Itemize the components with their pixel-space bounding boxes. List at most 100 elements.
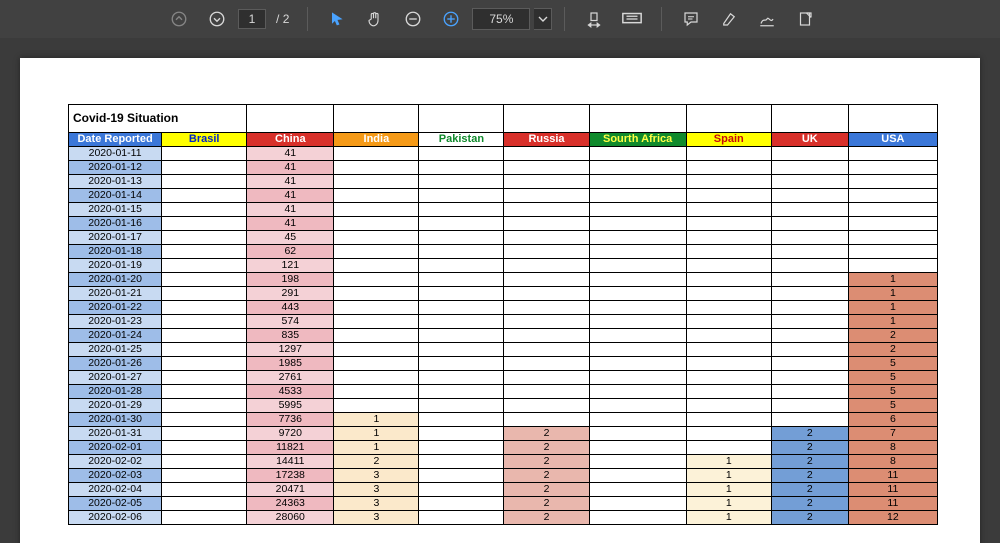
- cell-sa: [589, 287, 686, 301]
- cell-date: 2020-01-23: [69, 315, 162, 329]
- cell-usa: 6: [848, 413, 937, 427]
- cell-sa: [589, 329, 686, 343]
- cell-spain: [686, 385, 771, 399]
- sign-icon[interactable]: [750, 4, 784, 34]
- cell-usa: [848, 147, 937, 161]
- cell-usa: 2: [848, 343, 937, 357]
- pointer-tool-icon[interactable]: [320, 4, 354, 34]
- cell-spain: [686, 245, 771, 259]
- cell-date: 2020-01-12: [69, 161, 162, 175]
- hand-tool-icon[interactable]: [358, 4, 392, 34]
- table-row: 2020-02-0420471321211: [69, 483, 938, 497]
- table-row: 2020-02-01118211228: [69, 441, 938, 455]
- cell-spain: [686, 301, 771, 315]
- cell-date: 2020-01-28: [69, 385, 162, 399]
- cell-spain: [686, 315, 771, 329]
- prev-page-icon: [162, 4, 196, 34]
- document-viewport[interactable]: Covid-19 SituationDate ReportedBrasilChi…: [0, 38, 1000, 543]
- cell-brasil: [162, 413, 247, 427]
- highlight-icon[interactable]: [712, 4, 746, 34]
- cell-brasil: [162, 161, 247, 175]
- cell-pak: [419, 273, 504, 287]
- cell-date: 2020-01-30: [69, 413, 162, 427]
- cell-india: [334, 245, 419, 259]
- cell-brasil: [162, 273, 247, 287]
- cell-sa: [589, 483, 686, 497]
- cell-china: 2761: [247, 371, 334, 385]
- page-number-input[interactable]: [238, 9, 266, 29]
- cell-date: 2020-01-29: [69, 399, 162, 413]
- cell-india: 1: [334, 413, 419, 427]
- cell-brasil: [162, 217, 247, 231]
- fit-width-icon[interactable]: [577, 4, 611, 34]
- cell-spain: [686, 343, 771, 357]
- comment-icon[interactable]: [674, 4, 708, 34]
- cell-china: 291: [247, 287, 334, 301]
- cell-brasil: [162, 189, 247, 203]
- cell-sa: [589, 497, 686, 511]
- cell-sa: [589, 161, 686, 175]
- cell-usa: 1: [848, 301, 937, 315]
- cell-brasil: [162, 287, 247, 301]
- fit-page-icon[interactable]: [615, 4, 649, 34]
- covid-table: Covid-19 SituationDate ReportedBrasilChi…: [68, 104, 938, 525]
- cell-china: 41: [247, 175, 334, 189]
- zoom-dropdown-icon[interactable]: [534, 8, 552, 30]
- cell-uk: [771, 301, 848, 315]
- table-row: 2020-01-3197201227: [69, 427, 938, 441]
- cell-pak: [419, 259, 504, 273]
- cell-brasil: [162, 399, 247, 413]
- cell-date: 2020-01-14: [69, 189, 162, 203]
- cell-sa: [589, 315, 686, 329]
- cell-usa: 12: [848, 511, 937, 525]
- cell-brasil: [162, 441, 247, 455]
- table-title-row: Covid-19 Situation: [69, 105, 938, 133]
- zoom-value[interactable]: 75%: [472, 8, 530, 30]
- zoom-out-icon[interactable]: [396, 4, 430, 34]
- table-row: 2020-01-2727615: [69, 371, 938, 385]
- cell-spain: 1: [686, 469, 771, 483]
- cell-usa: 11: [848, 483, 937, 497]
- cell-uk: [771, 217, 848, 231]
- table-row: 2020-01-19121: [69, 259, 938, 273]
- cell-china: 41: [247, 161, 334, 175]
- cell-sa: [589, 273, 686, 287]
- cell-brasil: [162, 259, 247, 273]
- cell-pak: [419, 357, 504, 371]
- cell-india: 3: [334, 469, 419, 483]
- cell-uk: 2: [771, 441, 848, 455]
- cell-uk: 2: [771, 427, 848, 441]
- cell-pak: [419, 497, 504, 511]
- cell-rus: [504, 189, 589, 203]
- zoom-in-icon[interactable]: [434, 4, 468, 34]
- cell-china: 5995: [247, 399, 334, 413]
- next-page-icon[interactable]: [200, 4, 234, 34]
- cell-usa: [848, 259, 937, 273]
- cell-china: 62: [247, 245, 334, 259]
- cell-usa: [848, 189, 937, 203]
- clipboard-icon[interactable]: [788, 4, 822, 34]
- cell-usa: 5: [848, 371, 937, 385]
- table-title-cell: Covid-19 Situation: [69, 105, 247, 133]
- cell-spain: [686, 147, 771, 161]
- cell-spain: [686, 259, 771, 273]
- cell-uk: [771, 189, 848, 203]
- cell-india: [334, 399, 419, 413]
- empty-cell: [247, 105, 334, 133]
- table-row: 2020-01-235741: [69, 315, 938, 329]
- cell-spain: [686, 217, 771, 231]
- cell-brasil: [162, 357, 247, 371]
- cell-uk: 2: [771, 497, 848, 511]
- cell-china: 41: [247, 217, 334, 231]
- cell-pak: [419, 385, 504, 399]
- empty-cell: [504, 105, 589, 133]
- cell-sa: [589, 147, 686, 161]
- cell-usa: 8: [848, 441, 937, 455]
- cell-brasil: [162, 343, 247, 357]
- cell-pak: [419, 343, 504, 357]
- cell-india: [334, 217, 419, 231]
- cell-brasil: [162, 427, 247, 441]
- cell-sa: [589, 217, 686, 231]
- table-row: 2020-01-201981: [69, 273, 938, 287]
- cell-china: 41: [247, 147, 334, 161]
